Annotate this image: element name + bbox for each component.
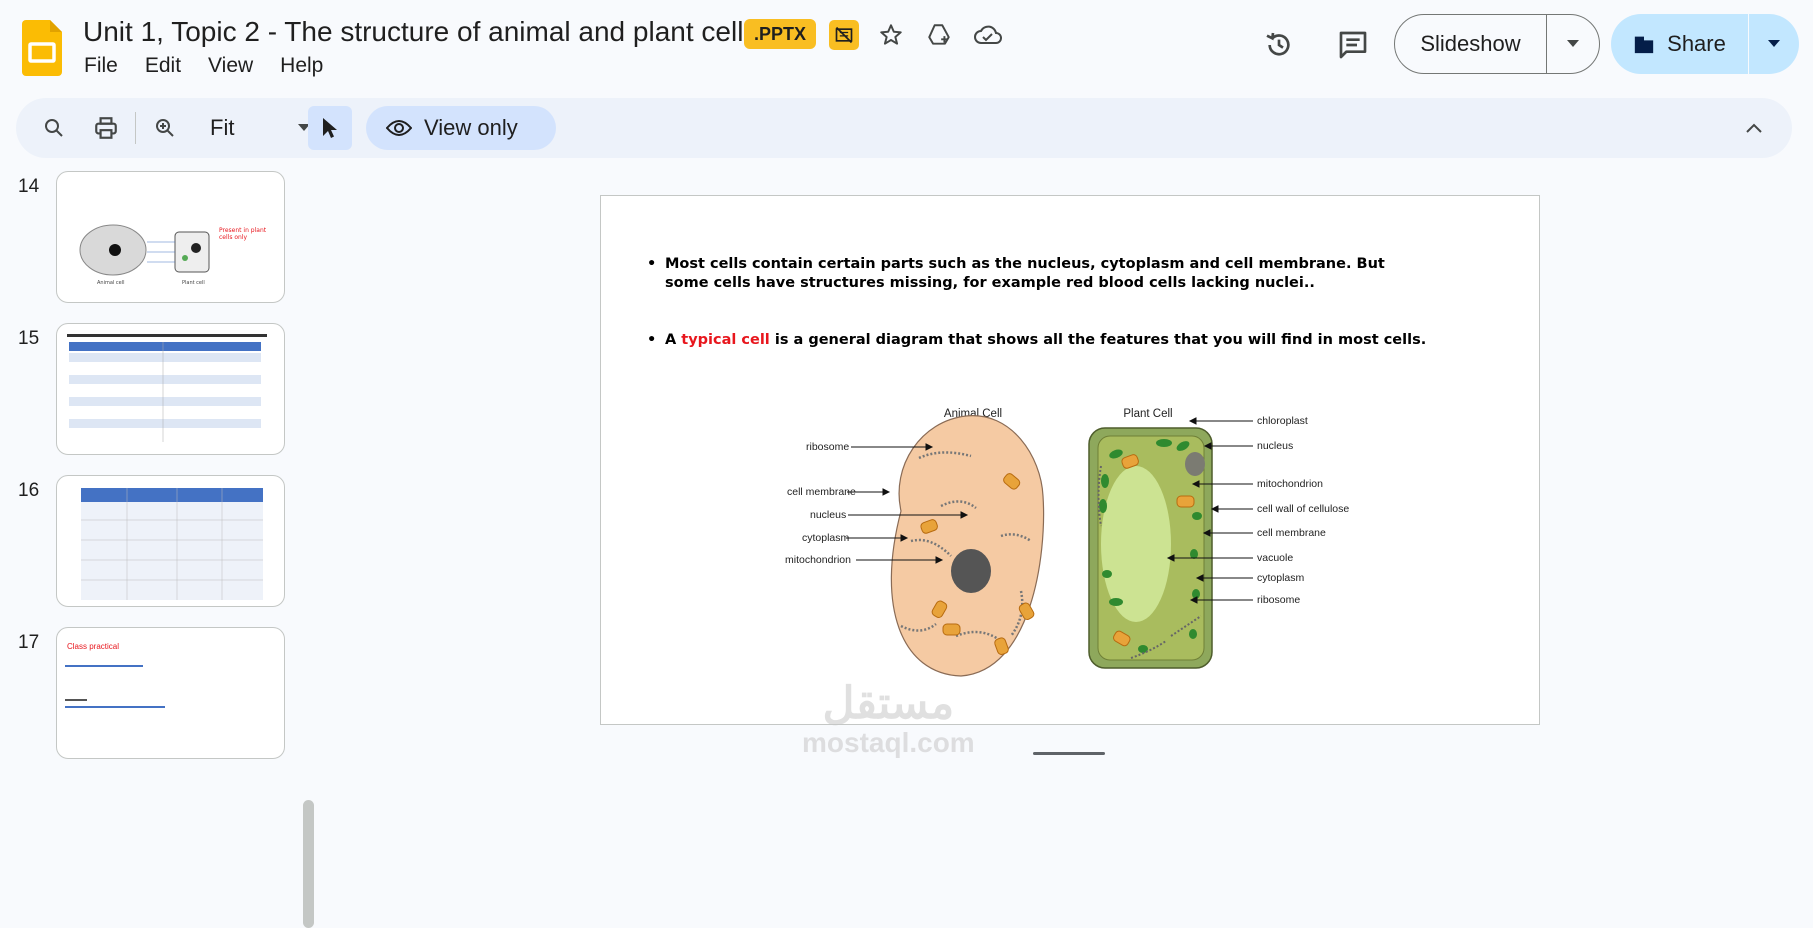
slideshow-button-group: Slideshow [1394, 14, 1600, 74]
toolbar: Fit View only [16, 98, 1792, 158]
svg-text:cells only: cells only [219, 234, 247, 241]
slide-number: 16 [18, 480, 40, 501]
slides-logo-icon[interactable] [22, 20, 62, 76]
plant-cell-title: Plant Cell [1123, 408, 1172, 420]
svg-text:chloroplast: chloroplast [1257, 415, 1308, 427]
view-only-chip[interactable]: View only [366, 106, 556, 150]
animal-cell [890, 415, 1045, 677]
slide-thumbnail-15[interactable] [56, 323, 285, 455]
watermark: مستقل mostaql.com [802, 680, 975, 758]
slide-number: 14 [18, 176, 40, 197]
horizontal-scroll-indicator[interactable] [1033, 752, 1105, 755]
svg-text:vacuole: vacuole [1257, 552, 1293, 564]
version-history-icon[interactable] [1262, 28, 1296, 62]
animal-cell-labels: ribosome cell membrane nucleus cytoplasm… [785, 441, 856, 566]
share-label: Share [1667, 31, 1726, 56]
menu-help[interactable]: Help [280, 54, 323, 78]
cell-diagram: Animal Cell Plant Cell ribosome cell mem… [785, 408, 1349, 677]
slide-thumbnail-14[interactable]: Present in plant cells only Animal cell … [56, 171, 285, 303]
svg-text:Animal cell: Animal cell [97, 280, 125, 286]
filmstrip-scrollbar[interactable] [303, 800, 314, 928]
svg-text:nucleus: nucleus [1257, 440, 1293, 452]
collapse-toolbar-icon[interactable] [1738, 112, 1770, 144]
chevron-down-icon [1567, 40, 1579, 47]
svg-text:ribosome: ribosome [806, 441, 849, 453]
share-button-group: Share [1611, 14, 1799, 74]
slide-thumbnail-17[interactable]: Class practical [56, 627, 285, 759]
top-bar: Unit 1, Topic 2 - The structure of anima… [0, 0, 1813, 92]
menu-view[interactable]: View [208, 54, 253, 78]
toolbar-divider [135, 112, 136, 144]
move-to-drive-icon[interactable] [924, 20, 954, 50]
zoom-icon[interactable] [149, 112, 181, 144]
cursor-arrow-icon [323, 118, 337, 138]
watermark-latin: mostaql.com [802, 727, 975, 758]
print-icon[interactable] [90, 112, 122, 144]
comments-icon[interactable] [1336, 28, 1370, 62]
menu-bar: File Edit View Help [84, 54, 350, 78]
svg-text:nucleus: nucleus [810, 509, 846, 521]
eye-icon [386, 120, 412, 136]
share-button[interactable]: Share [1611, 14, 1749, 74]
select-tool-button[interactable] [308, 106, 352, 150]
slide-number: 17 [18, 632, 40, 653]
svg-text:cytoplasm: cytoplasm [802, 532, 850, 544]
cloud-saved-icon[interactable] [972, 20, 1004, 50]
plant-cell [1088, 427, 1213, 669]
slide-filmstrip: 14 Present in plant cells only Animal ce… [0, 160, 320, 928]
search-icon[interactable] [38, 112, 70, 144]
svg-text:mitochondrion: mitochondrion [785, 554, 851, 566]
svg-text:Present in plant: Present in plant [219, 227, 267, 234]
menu-file[interactable]: File [84, 54, 118, 78]
slideshow-dropdown[interactable] [1547, 15, 1599, 73]
svg-text:mitochondrion: mitochondrion [1257, 478, 1323, 490]
slide-canvas: • Most cells contain certain parts such … [600, 195, 1540, 725]
share-dropdown[interactable] [1749, 14, 1799, 74]
zoom-select[interactable]: Fit [194, 110, 314, 146]
svg-text:ribosome: ribosome [1257, 594, 1300, 606]
plant-cell-labels: chloroplast nucleus mitochondrion cell w… [1257, 415, 1349, 606]
watermark-arabic: مستقل [822, 679, 955, 728]
svg-text:Plant cell: Plant cell [182, 280, 205, 286]
svg-text:cell wall of cellulose: cell wall of cellulose [1257, 503, 1349, 515]
document-title[interactable]: Unit 1, Topic 2 - The structure of anima… [83, 16, 757, 48]
chevron-down-icon [1768, 40, 1780, 47]
zoom-value: Fit [210, 115, 235, 140]
svg-text:cell membrane: cell membrane [787, 486, 856, 498]
svg-text:cytoplasm: cytoplasm [1257, 572, 1305, 584]
slideshow-button[interactable]: Slideshow [1395, 15, 1547, 73]
svg-text:cell membrane: cell membrane [1257, 527, 1326, 539]
file-type-badge: .PPTX [744, 19, 817, 49]
building-icon [1634, 36, 1654, 54]
slide-thumbnail-16[interactable] [56, 475, 285, 607]
offline-unavailable-icon[interactable] [829, 20, 859, 50]
slide-number: 15 [18, 328, 40, 349]
view-only-label: View only [424, 115, 518, 140]
star-icon[interactable] [876, 20, 906, 50]
menu-edit[interactable]: Edit [145, 54, 181, 78]
